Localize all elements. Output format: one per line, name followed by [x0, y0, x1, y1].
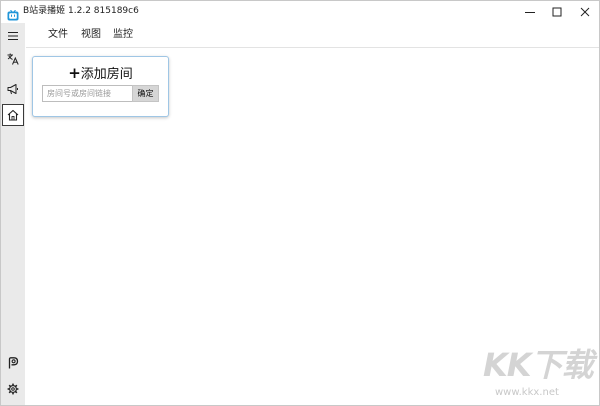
watermark-url: www.kkx.net — [495, 387, 559, 398]
sidebar-item-language[interactable] — [3, 49, 23, 69]
menu-file[interactable]: 文件 — [48, 28, 68, 41]
home-icon — [7, 106, 19, 125]
translate-icon — [7, 50, 19, 69]
watermark-logo: KK下载 — [483, 346, 594, 384]
add-room-title-text: 添加房间 — [80, 67, 133, 82]
menu-monitor[interactable]: 监控 — [113, 28, 133, 41]
bilibili-tv-icon — [7, 6, 19, 21]
close-button[interactable] — [571, 1, 599, 23]
window-title: B站录播姬 1.2.2 815189c6 — [23, 6, 139, 16]
add-room-card: +添加房间 确定 — [32, 56, 169, 117]
gear-icon — [7, 380, 19, 399]
room-id-input[interactable] — [42, 85, 134, 102]
close-icon — [580, 7, 590, 17]
menu-bar: 文件 视图 监控 — [26, 23, 599, 48]
watermark: KK下载 www.kkx.net — [483, 346, 594, 403]
minimize-icon — [525, 7, 535, 17]
maximize-button[interactable] — [543, 1, 571, 23]
sidebar-item-home[interactable] — [2, 104, 24, 126]
plus-icon: + — [68, 64, 81, 82]
confirm-button[interactable]: 确定 — [132, 85, 159, 102]
sidebar-item-settings[interactable] — [3, 379, 23, 399]
app-window: B站录播姬 1.2.2 815189c6 文件 视图 监控 +添加房间 房间号或… — [0, 0, 600, 406]
minimize-button[interactable] — [516, 1, 544, 23]
sidebar-item-announcement[interactable] — [3, 79, 23, 99]
sidebar — [1, 23, 25, 405]
maximize-icon — [552, 7, 562, 17]
megaphone-icon — [7, 80, 19, 99]
add-room-title: +添加房间 — [33, 65, 168, 83]
menu-view[interactable]: 视图 — [81, 28, 101, 41]
sidebar-menu-button[interactable] — [3, 25, 23, 45]
sidebar-item-project[interactable] — [3, 353, 23, 373]
title-bar[interactable]: B站录播姬 1.2.2 815189c6 — [1, 1, 599, 23]
hamburger-icon — [7, 26, 19, 45]
p-logo-icon — [7, 354, 19, 373]
